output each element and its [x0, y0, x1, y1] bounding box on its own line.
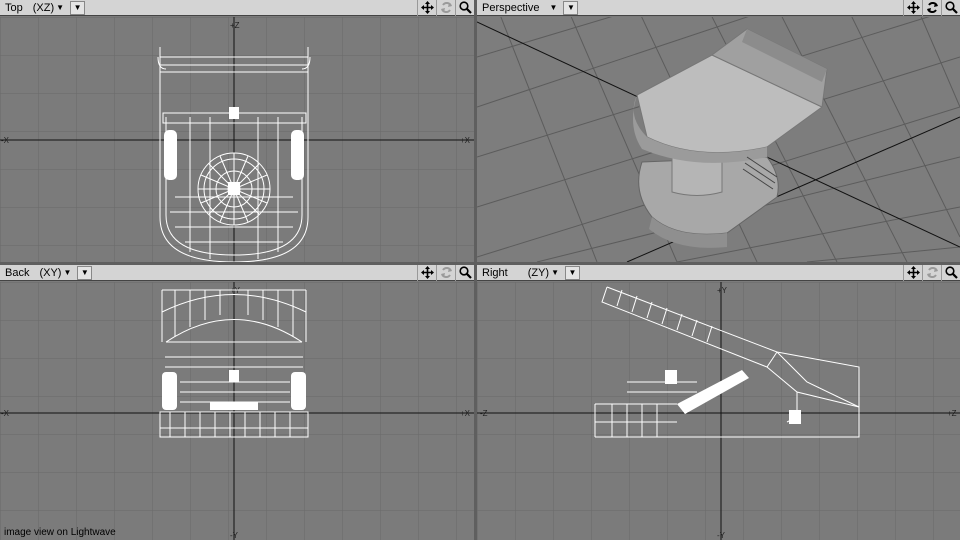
- image-caption: image view on Lightwave: [4, 527, 116, 538]
- view-axis-selector[interactable]: (XY) ▼: [39, 267, 71, 279]
- axis-label-down: -Y: [230, 531, 239, 540]
- viewport-title[interactable]: Right: [477, 267, 508, 279]
- viewport-right[interactable]: Right (ZY) ▼ ▼ +Y +Z -Z -Y: [477, 265, 960, 540]
- viewport-tools: [903, 0, 960, 16]
- move-view-icon[interactable]: [903, 265, 922, 281]
- viewport-title[interactable]: Perspective: [477, 2, 539, 14]
- rotate-view-icon[interactable]: [922, 265, 941, 281]
- view-axis-label: (XY): [39, 266, 62, 279]
- move-view-icon[interactable]: [417, 265, 436, 281]
- view-axis-selector[interactable]: (XZ) ▼: [33, 2, 64, 14]
- viewport-header: Back (XY) ▼ ▼: [0, 265, 474, 281]
- viewport-top[interactable]: Top (XZ) ▼ ▼ +Z +X -X: [0, 0, 474, 262]
- zoom-view-icon[interactable]: [941, 0, 960, 16]
- axis-label-right: +X: [460, 409, 471, 418]
- zoom-view-icon[interactable]: [455, 265, 474, 281]
- dropdown-arrow-icon: ▼: [568, 268, 577, 277]
- viewport-tools: [903, 265, 960, 281]
- view-axis-label: (XZ): [32, 1, 55, 14]
- axis-label-right: +X: [460, 136, 471, 145]
- zoom-view-icon[interactable]: [455, 0, 474, 16]
- viewport-back[interactable]: Back (XY) ▼ ▼ +Y +X -X -Y image view on …: [0, 265, 474, 540]
- view-options-button[interactable]: ▼: [77, 265, 93, 280]
- axis-label-right: +Z: [947, 409, 957, 418]
- dropdown-arrow-icon: ▼: [566, 3, 575, 12]
- dropdown-arrow-icon: ▼: [56, 3, 65, 12]
- view-options-button[interactable]: ▼: [563, 0, 579, 15]
- dropdown-arrow-icon[interactable]: ▼: [549, 3, 557, 12]
- dropdown-arrow-icon: ▼: [80, 268, 89, 277]
- zoom-view-icon[interactable]: [941, 265, 960, 281]
- viewport-canvas[interactable]: +Y +X -X -Y: [0, 282, 474, 540]
- viewport-canvas[interactable]: [477, 17, 960, 262]
- viewport-header: Top (XZ) ▼ ▼: [0, 0, 474, 16]
- rotate-view-icon[interactable]: [436, 0, 455, 16]
- viewport-tools: [417, 265, 474, 281]
- axis-label-left: -X: [1, 136, 10, 145]
- view-axis-label: (ZY): [527, 266, 550, 279]
- move-view-icon[interactable]: [903, 0, 922, 16]
- axis-label-up: +Y: [717, 286, 728, 295]
- dropdown-arrow-icon: ▼: [73, 3, 82, 12]
- viewport-title[interactable]: Top: [0, 2, 23, 14]
- view-options-button[interactable]: ▼: [70, 0, 86, 15]
- move-view-icon[interactable]: [417, 0, 436, 16]
- rotate-view-icon[interactable]: [922, 0, 941, 16]
- dropdown-arrow-icon: ▼: [63, 268, 72, 277]
- viewport-tools: [417, 0, 474, 16]
- viewport-canvas[interactable]: +Z +X -X: [0, 17, 474, 262]
- view-options-button[interactable]: ▼: [565, 265, 580, 280]
- rotate-view-icon[interactable]: [436, 265, 455, 281]
- axis-label-up: +Z: [230, 21, 240, 30]
- viewport-perspective[interactable]: Perspective ▼ ▼: [477, 0, 960, 262]
- viewport-canvas[interactable]: +Y +Z -Z -Y: [477, 282, 960, 540]
- axis-label-left: -Z: [480, 409, 488, 418]
- viewport-title[interactable]: Back: [0, 267, 29, 279]
- view-axis-selector[interactable]: (ZY) ▼: [528, 267, 559, 279]
- axis-label-down: -Y: [717, 531, 726, 540]
- viewport-header: Perspective ▼ ▼: [477, 0, 960, 16]
- viewport-header: Right (ZY) ▼ ▼: [477, 265, 960, 281]
- dropdown-arrow-icon: ▼: [551, 268, 559, 277]
- axis-label-left: -X: [1, 409, 10, 418]
